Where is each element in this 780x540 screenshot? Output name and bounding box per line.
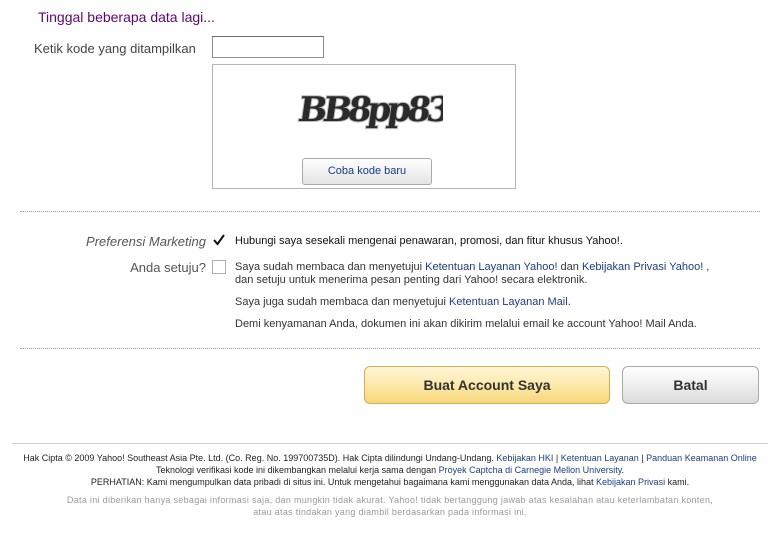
footer-divider xyxy=(12,443,768,444)
agreement-text-part: dan setuju untuk menerima pesan penting … xyxy=(235,274,588,286)
captcha-label: Ketik kode yang ditampilkan xyxy=(34,41,196,56)
footer-notice: PERHATIAN: Kami mengumpulkan data pribad… xyxy=(16,476,764,488)
divider xyxy=(20,211,760,212)
agreement-label: Anda setuju? xyxy=(130,260,206,275)
agreement-text-part: Saya sudah membaca dan menyetujui xyxy=(235,261,426,273)
cancel-button[interactable]: Batal xyxy=(622,366,759,404)
agreement-text-part: . xyxy=(567,296,571,308)
tech-text: . xyxy=(621,465,625,475)
marketing-checkbox[interactable] xyxy=(212,233,226,247)
agreement-text-part: , xyxy=(703,261,710,273)
separator: | xyxy=(553,453,561,463)
yahoo-privacy-link[interactable]: Kebijakan Privasi Yahoo! xyxy=(582,261,703,273)
agreement-paragraph-1: Saya sudah membaca dan menyetujui Ketent… xyxy=(235,261,735,287)
agreement-paragraph-3: Demi kenyamanan Anda, dokumen ini akan d… xyxy=(235,318,697,330)
notice-text: PERHATIAN: Kami mengumpulkan data pribad… xyxy=(90,477,597,487)
captcha-image: BB8pp83 xyxy=(295,89,443,131)
disclaimer-line: atau atas tindakan yang diambil berdasar… xyxy=(253,507,527,517)
footer-disclaimer: Data ini diberikan hanya sebagai informa… xyxy=(16,494,764,518)
create-account-button[interactable]: Buat Account Saya xyxy=(364,366,610,404)
mail-terms-link[interactable]: Ketentuan Layanan Mail xyxy=(449,296,568,308)
divider xyxy=(20,348,760,349)
agreement-text-part: Saya juga sudah membaca dan menyetujui xyxy=(235,296,450,308)
marketing-label: Preferensi Marketing xyxy=(86,234,206,249)
copyright-text: Hak Cipta © 2009 Yahoo! Southeast Asia P… xyxy=(23,453,497,463)
marketing-text: Hubungi saya sesekali mengenai penawaran… xyxy=(235,235,623,247)
checkmark-icon xyxy=(213,234,225,246)
page-heading: Tinggal beberapa data lagi... xyxy=(38,9,215,25)
notice-text: kami. xyxy=(665,477,690,487)
new-code-button[interactable]: Coba kode baru xyxy=(302,158,432,185)
footer-tech: Teknologi verifikasi kode ini dikembangk… xyxy=(16,464,764,476)
ip-policy-link[interactable]: Kebijakan HKI xyxy=(496,453,553,463)
disclaimer-line: Data ini diberikan hanya sebagai informa… xyxy=(66,495,714,505)
captcha-input[interactable] xyxy=(212,36,324,58)
terms-link[interactable]: Ketentuan Layanan xyxy=(561,453,639,463)
yahoo-terms-link[interactable]: Ketentuan Layanan Yahoo! xyxy=(425,261,557,273)
tech-text: Teknologi verifikasi kode ini dikembangk… xyxy=(155,465,439,475)
privacy-policy-link[interactable]: Kebijakan Privasi xyxy=(596,477,665,487)
captcha-text: BB8pp83 xyxy=(296,90,443,130)
security-guide-link[interactable]: Panduan Keamanan Online xyxy=(646,453,757,463)
footer: Hak Cipta © 2009 Yahoo! Southeast Asia P… xyxy=(16,452,764,518)
agreement-text: Saya sudah membaca dan menyetujui Ketent… xyxy=(235,261,735,340)
agreement-paragraph-2: Saya juga sudah membaca dan menyetujui K… xyxy=(235,296,735,309)
captcha-box: BB8pp83 Coba kode baru xyxy=(212,64,516,189)
captcha-project-link[interactable]: Proyek Captcha di Carnegie Mellon Univer… xyxy=(439,465,622,475)
footer-copyright: Hak Cipta © 2009 Yahoo! Southeast Asia P… xyxy=(16,452,764,464)
agreement-text-part: dan xyxy=(557,261,582,273)
agreement-checkbox[interactable] xyxy=(212,260,226,274)
